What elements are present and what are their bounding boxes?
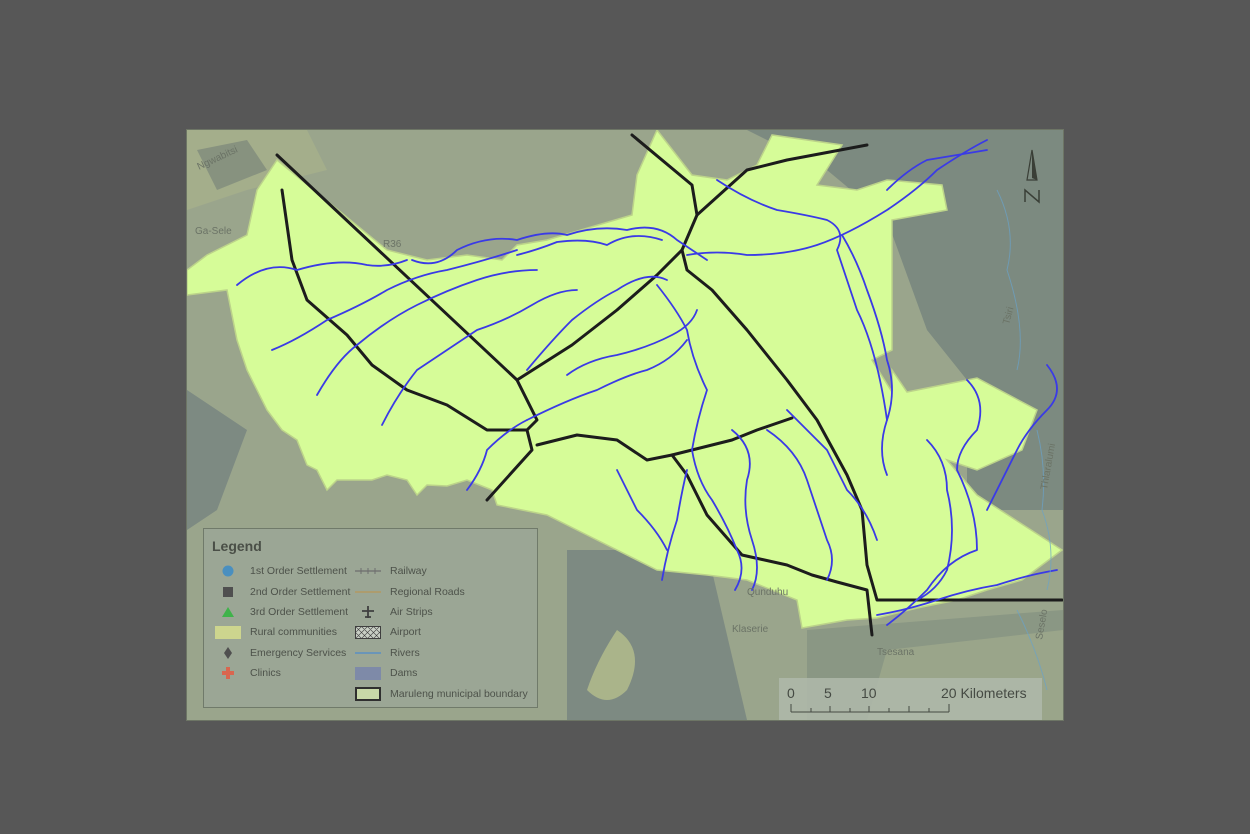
legend-label: Rivers: [390, 646, 420, 659]
legend-label: Rural communities: [250, 626, 337, 639]
label-ga-sele: Ga-Sele: [195, 226, 232, 237]
label-klaserie: Klaserie: [732, 624, 769, 635]
label-tsesana: Tsesana: [877, 647, 915, 658]
diamond-icon: [214, 645, 242, 661]
legend-item-airstrips: Air Strips: [354, 602, 528, 622]
legend-label: Railway: [390, 565, 427, 578]
hatched-box-icon: [354, 624, 382, 640]
legend-label: Regional Roads: [390, 585, 465, 598]
legend-item-clinics: Clinics: [214, 663, 350, 683]
legend-label: 1st Order Settlement: [250, 565, 347, 578]
legend-item-rural: Rural communities: [214, 622, 350, 642]
rural-fill-swatch: [214, 624, 242, 640]
legend-label: Clinics: [250, 667, 281, 680]
legend-label: Air Strips: [390, 605, 433, 618]
label-r36: R36: [383, 239, 402, 250]
dam-swatch: [354, 665, 382, 681]
plane-icon: [354, 604, 382, 620]
legend-item-roads: Regional Roads: [354, 581, 528, 601]
legend-column-right: Railway Regional Roads Air Strips Airpor…: [354, 561, 528, 704]
legend-column-left: 1st Order Settlement 2nd Order Settlemen…: [214, 561, 350, 683]
river-line-icon: [354, 645, 382, 661]
legend-label: Airport: [390, 626, 421, 639]
boundary-swatch: [354, 686, 382, 702]
green-triangle-icon: [214, 604, 242, 620]
legend-label: Maruleng municipal boundary: [390, 687, 528, 700]
railway-line-icon: [354, 563, 382, 579]
legend-label: 2nd Order Settlement: [250, 585, 351, 598]
map-frame: Ngwabitsi Ga-Sele R36 Tsiri Thlaralumi Q…: [187, 130, 1063, 720]
red-cross-icon: [214, 665, 242, 681]
scale-ticks: [790, 704, 950, 713]
dark-square-icon: [214, 584, 242, 600]
legend-label: 3rd Order Settlement: [250, 605, 349, 618]
legend-item-2nd-order: 2nd Order Settlement: [214, 581, 350, 601]
legend-label: Emergency Services: [250, 646, 347, 659]
legend-label: Dams: [390, 667, 418, 680]
legend-item-railway: Railway: [354, 561, 528, 581]
legend-item-3rd-order: 3rd Order Settlement: [214, 602, 350, 622]
legend-item-emergency: Emergency Services: [214, 643, 350, 663]
legend-item-airport: Airport: [354, 622, 528, 642]
road-line-icon: [354, 584, 382, 600]
scale-bar: 0 5 10 20 Kilometers: [779, 678, 1042, 720]
blue-circle-icon: [214, 563, 242, 579]
legend-item-dams: Dams: [354, 663, 528, 683]
legend-item-rivers: Rivers: [354, 643, 528, 663]
legend-title: Legend: [212, 538, 262, 554]
legend: Legend 1st Order Settlement 2nd Order Se…: [203, 528, 538, 708]
label-qunduhu: Qunduhu: [747, 587, 788, 598]
legend-item-1st-order: 1st Order Settlement: [214, 561, 350, 581]
legend-item-boundary: Maruleng municipal boundary: [354, 683, 528, 703]
